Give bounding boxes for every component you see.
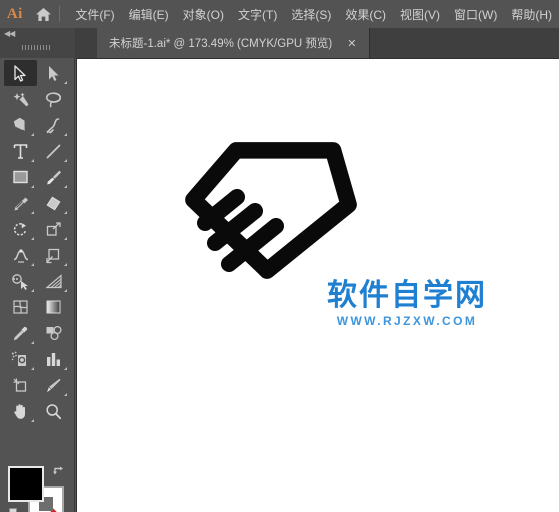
zoom-tool[interactable] [37,398,70,424]
line-segment-tool[interactable] [37,138,70,164]
rotate-tool[interactable] [4,216,37,242]
menu-bar: Ai 文件(F) 编辑(E) 对象(O) 文字(T) 选择(S) 效果(C) 视… [0,0,559,28]
tool-flyout-indicator [31,159,34,162]
color-controls [0,462,75,512]
eraser-tool[interactable] [37,190,70,216]
tool-flyout-indicator [31,133,34,136]
toolbar-dock-header: ◀◀ [0,28,75,60]
symbol-sprayer-tool[interactable] [4,346,37,372]
artboard-canvas[interactable]: 软件自学网 WWW.RJZXW.COM [76,58,559,512]
tool-flyout-indicator [31,367,34,370]
tool-flyout-indicator [31,341,34,344]
menu-effect[interactable]: 效果(C) [338,2,393,27]
menu-file[interactable]: 文件(F) [68,2,121,27]
tool-flyout-indicator [31,211,34,214]
column-graph-tool[interactable] [37,346,70,372]
document-tab[interactable]: 未标题-1.ai* @ 173.49% (CMYK/GPU 预览) ✕ [97,28,371,58]
home-icon[interactable] [30,7,58,22]
menu-help[interactable]: 帮助(H) [504,2,559,27]
collapse-panel-icon[interactable]: ◀◀ [4,29,15,38]
pen-tool[interactable] [4,112,37,138]
drag-grip-handle[interactable] [22,45,52,50]
tool-flyout-indicator [64,185,67,188]
tool-flyout-indicator [31,237,34,240]
menu-type[interactable]: 文字(T) [231,2,284,27]
menu-divider [59,6,61,22]
document-tab-title: 未标题-1.ai* @ 173.49% (CMYK/GPU 预览) [109,38,333,50]
shape-builder-tool[interactable] [4,268,37,294]
handshake-logo[interactable] [181,131,361,296]
slice-tool[interactable] [37,372,70,398]
watermark: 软件自学网 WWW.RJZXW.COM [327,278,487,329]
default-fill-stroke-icon[interactable] [4,508,19,512]
rectangle-tool[interactable] [4,164,37,190]
tool-grid [4,60,72,424]
tool-flyout-indicator [64,263,67,266]
lasso-tool[interactable] [37,86,70,112]
eyedropper-tool[interactable] [4,320,37,346]
tool-flyout-indicator [64,393,67,396]
tool-flyout-indicator [64,211,67,214]
close-icon[interactable]: ✕ [338,37,365,50]
magic-wand-tool[interactable] [4,86,37,112]
tool-flyout-indicator [64,81,67,84]
document-tab-bar: 未标题-1.ai* @ 173.49% (CMYK/GPU 预览) ✕ [0,28,559,58]
tool-flyout-indicator [31,263,34,266]
curvature-tool[interactable] [37,112,70,138]
tool-flyout-indicator [64,133,67,136]
direct-selection-tool[interactable] [37,60,70,86]
perspective-grid-tool[interactable] [37,268,70,294]
app-logo: Ai [6,5,23,22]
tool-flyout-indicator [64,289,67,292]
type-tool[interactable] [4,138,37,164]
gradient-tool[interactable] [37,294,70,320]
paintbrush-tool[interactable] [37,164,70,190]
free-transform-tool[interactable] [37,242,70,268]
watermark-chinese: 软件自学网 [327,278,487,313]
tool-flyout-indicator [31,185,34,188]
menu-object[interactable]: 对象(O) [176,2,231,27]
tool-flyout-indicator [31,419,34,422]
fill-swatch[interactable] [8,466,44,502]
swap-fill-stroke-icon[interactable] [52,464,65,480]
tool-flyout-indicator [64,367,67,370]
tools-panel [0,58,75,512]
tool-flyout-indicator [64,237,67,240]
menu-view[interactable]: 视图(V) [393,2,447,27]
selection-tool[interactable] [4,60,37,86]
shaper-tool[interactable] [4,190,37,216]
menu-select[interactable]: 选择(S) [284,2,338,27]
blend-tool[interactable] [37,320,70,346]
tool-flyout-indicator [64,159,67,162]
tool-flyout-indicator [31,289,34,292]
artboard-tool[interactable] [4,372,37,398]
menu-edit[interactable]: 编辑(E) [122,2,176,27]
width-tool[interactable] [4,242,37,268]
illustrator-window: Ai 文件(F) 编辑(E) 对象(O) 文字(T) 选择(S) 效果(C) 视… [0,0,559,512]
hand-tool[interactable] [4,398,37,424]
scale-tool[interactable] [37,216,70,242]
mesh-tool[interactable] [4,294,37,320]
watermark-url: WWW.RJZXW.COM [336,314,478,328]
menu-window[interactable]: 窗口(W) [447,2,504,27]
